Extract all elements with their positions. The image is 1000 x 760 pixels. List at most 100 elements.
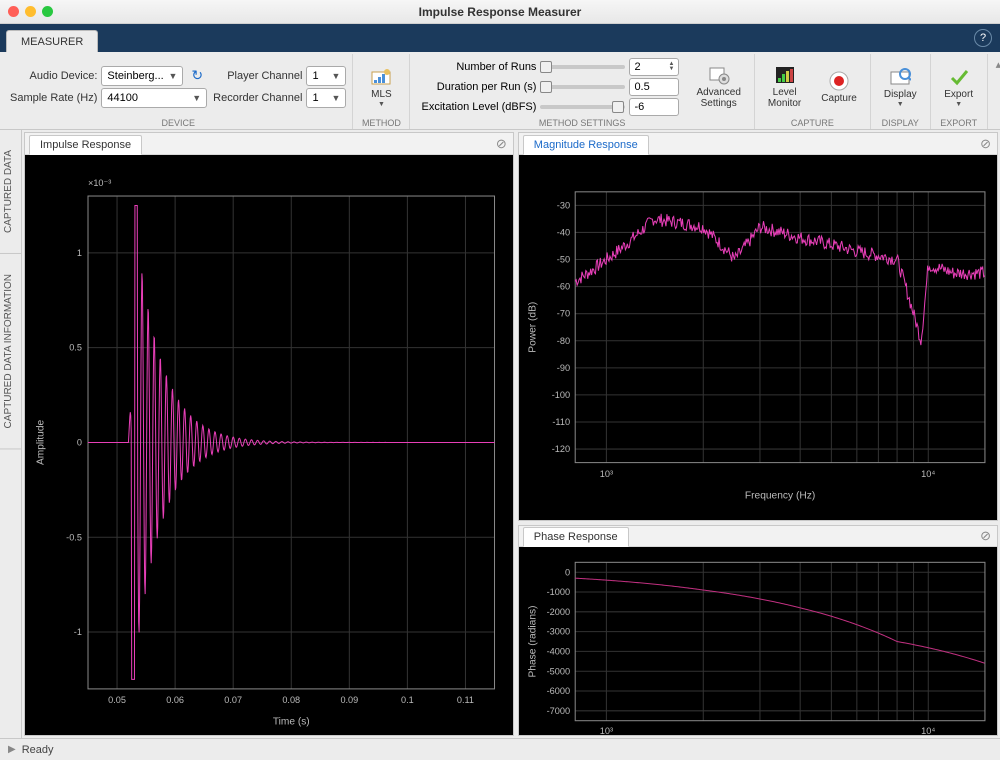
chevron-down-icon: ▼	[955, 101, 962, 108]
level-monitor-icon	[774, 64, 796, 86]
svg-text:0.05: 0.05	[108, 695, 126, 705]
close-window-icon[interactable]	[8, 6, 19, 17]
window-title: Impulse Response Measurer	[419, 5, 582, 19]
svg-text:0.11: 0.11	[457, 695, 474, 705]
duration-label: Duration per Run (s)	[416, 81, 536, 93]
refresh-icon[interactable]: ↻	[187, 67, 207, 84]
group-capture-label: CAPTURE	[761, 117, 864, 129]
gear-icon	[708, 64, 730, 86]
workspace: CAPTURED DATA CAPTURED DATA INFORMATION …	[0, 130, 1000, 738]
player-channel-label: Player Channel	[213, 70, 302, 82]
chevron-down-icon: ▼	[329, 71, 344, 81]
svg-text:10⁴: 10⁴	[921, 469, 935, 479]
svg-text:0: 0	[565, 567, 570, 577]
svg-text:-4000: -4000	[546, 646, 570, 656]
display-icon	[889, 66, 911, 88]
chevron-down-icon: ▼	[166, 71, 181, 81]
svg-text:-40: -40	[557, 228, 570, 238]
svg-text:-7000: -7000	[546, 706, 570, 716]
window-controls	[8, 6, 53, 17]
chevron-down-icon: ▼	[897, 101, 904, 108]
sample-rate-label: Sample Rate (Hz)	[10, 92, 97, 104]
status-text: Ready	[22, 744, 54, 756]
svg-text:10⁴: 10⁴	[921, 726, 935, 736]
excitation-slider[interactable]	[540, 105, 625, 109]
panel-impulse: Impulse Response ⊘ 0.050.060.070.080.090…	[24, 132, 514, 736]
svg-text:10³: 10³	[600, 469, 613, 479]
toolstrip: MEASURER ?	[0, 24, 1000, 52]
statusbar: ▶ Ready	[0, 738, 1000, 760]
svg-text:0.1: 0.1	[401, 695, 414, 705]
capture-button[interactable]: Capture	[814, 67, 864, 107]
svg-text:-70: -70	[557, 309, 570, 319]
panel-close-icon[interactable]: ⊘	[496, 136, 507, 152]
svg-text:0.09: 0.09	[340, 695, 358, 705]
plot-magnitude[interactable]: -30-40-50-60-70-80-90-100-110-12010³10⁴F…	[519, 155, 997, 520]
chevron-down-icon: ▼	[189, 93, 204, 103]
help-icon[interactable]: ?	[974, 29, 992, 47]
svg-text:×10⁻³: ×10⁻³	[88, 178, 111, 188]
group-method-settings-label: METHOD SETTINGS	[416, 117, 747, 129]
tab-phase-response[interactable]: Phase Response	[523, 527, 629, 547]
export-button[interactable]: Export ▼	[937, 63, 981, 111]
mls-button[interactable]: MLS ▼	[359, 63, 403, 111]
titlebar: Impulse Response Measurer	[0, 0, 1000, 24]
svg-text:-2000: -2000	[546, 607, 570, 617]
zoom-window-icon[interactable]	[42, 6, 53, 17]
panel-magnitude: Magnitude Response ⊘ -30-40-50-60-70-80-…	[518, 132, 998, 521]
duration-slider[interactable]	[540, 85, 625, 89]
audio-device-label: Audio Device:	[10, 70, 97, 82]
excitation-field[interactable]: -6	[629, 98, 679, 116]
chevron-down-icon: ▼	[378, 101, 385, 108]
record-icon	[828, 70, 850, 92]
svg-text:Amplitude: Amplitude	[35, 420, 46, 466]
panel-close-icon[interactable]: ⊘	[980, 528, 991, 544]
group-method-label: METHOD	[359, 117, 403, 129]
tab-impulse-response[interactable]: Impulse Response	[29, 135, 142, 155]
ribbon: Audio Device: Steinberg...▼ ↻ Sample Rat…	[0, 52, 1000, 130]
plot-phase[interactable]: 0-1000-2000-3000-4000-5000-6000-700010³1…	[519, 547, 997, 736]
advanced-settings-button[interactable]: AdvancedSettings	[689, 61, 747, 112]
player-channel-combo[interactable]: 1▼	[306, 66, 346, 86]
level-monitor-button[interactable]: LevelMonitor	[761, 61, 808, 112]
sidetab-captured-data[interactable]: CAPTURED DATA	[0, 130, 21, 254]
chevron-down-icon: ▼	[329, 93, 344, 103]
duration-field[interactable]: 0.5	[629, 78, 679, 96]
audio-device-combo[interactable]: Steinberg...▼	[101, 66, 183, 86]
group-display-label: DISPLAY	[877, 117, 924, 129]
svg-text:0.5: 0.5	[69, 343, 82, 353]
minimize-window-icon[interactable]	[25, 6, 36, 17]
group-device-label: DEVICE	[10, 117, 346, 129]
tab-magnitude-response[interactable]: Magnitude Response	[523, 135, 649, 155]
svg-text:-30: -30	[557, 200, 570, 210]
side-tabs: CAPTURED DATA CAPTURED DATA INFORMATION	[0, 130, 22, 738]
spinner-icon[interactable]: ▲▼	[668, 62, 674, 72]
svg-text:0: 0	[77, 438, 82, 448]
collapse-ribbon-icon[interactable]: ▴	[988, 54, 1000, 129]
num-runs-slider[interactable]	[540, 65, 625, 69]
panel-phase: Phase Response ⊘ 0-1000-2000-3000-4000-5…	[518, 525, 998, 736]
svg-text:-80: -80	[557, 336, 570, 346]
svg-text:Power (dB): Power (dB)	[527, 302, 538, 353]
svg-text:-0.5: -0.5	[66, 532, 82, 542]
num-runs-field[interactable]: 2▲▼	[629, 58, 679, 76]
plot-impulse[interactable]: 0.050.060.070.080.090.10.11-1-0.500.51×1…	[25, 155, 513, 735]
svg-text:-50: -50	[557, 255, 570, 265]
display-button[interactable]: Display ▼	[877, 63, 924, 111]
svg-text:Frequency (Hz): Frequency (Hz)	[745, 490, 815, 501]
recorder-channel-label: Recorder Channel	[213, 92, 302, 104]
svg-text:-3000: -3000	[546, 627, 570, 637]
svg-text:-5000: -5000	[546, 666, 570, 676]
svg-text:Phase (radians): Phase (radians)	[527, 605, 538, 677]
play-icon[interactable]: ▶	[8, 744, 16, 755]
tab-measurer[interactable]: MEASURER	[6, 30, 98, 52]
svg-text:-110: -110	[552, 417, 570, 427]
panel-close-icon[interactable]: ⊘	[980, 136, 991, 152]
sidetab-captured-data-info[interactable]: CAPTURED DATA INFORMATION	[0, 254, 21, 449]
recorder-channel-combo[interactable]: 1▼	[306, 88, 346, 108]
group-export-label: EXPORT	[937, 117, 981, 129]
svg-text:1: 1	[77, 248, 82, 258]
svg-text:-90: -90	[557, 363, 570, 373]
checkmark-icon	[948, 66, 970, 88]
sample-rate-combo[interactable]: 44100▼	[101, 88, 207, 108]
